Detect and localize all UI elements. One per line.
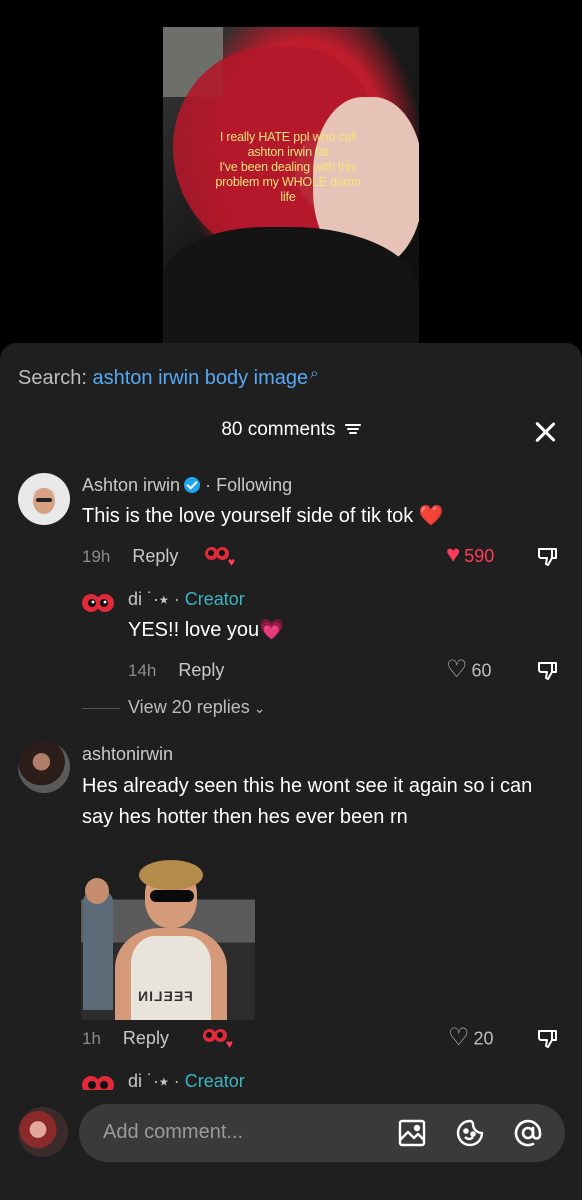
verified-badge-icon bbox=[184, 477, 201, 493]
video-preview[interactable]: I really HATE ppl who call ashton irwin … bbox=[0, 0, 582, 345]
like-button[interactable]: ♡ 20 bbox=[448, 1024, 494, 1054]
view-replies-label: View 20 replies bbox=[128, 697, 250, 717]
video-shirt-shape bbox=[163, 227, 419, 345]
comment-username[interactable]: Ashton irwin bbox=[82, 475, 180, 495]
reply-button[interactable]: Reply bbox=[123, 1028, 169, 1048]
dislike-icon[interactable] bbox=[536, 1027, 560, 1051]
avatar[interactable] bbox=[18, 473, 70, 525]
comment-username-row: Ashton irwin · Following bbox=[82, 475, 292, 496]
like-button[interactable]: ♥ 590 bbox=[446, 541, 495, 571]
separator-dot: · bbox=[173, 589, 180, 609]
comment-text: This is the love yourself side of tik to… bbox=[82, 505, 444, 527]
comment-input-bar: Add comment... bbox=[0, 1090, 582, 1200]
heart-filled-icon: ♥ bbox=[446, 541, 461, 568]
caption-line: problem my WHOLE damn bbox=[215, 175, 361, 189]
comment-meta: 1h Reply bbox=[82, 1028, 169, 1049]
heart-outline-icon: ♡ bbox=[448, 1024, 470, 1051]
image-icon[interactable] bbox=[397, 1118, 427, 1148]
caption-line: life bbox=[280, 190, 296, 204]
filter-icon[interactable] bbox=[344, 423, 361, 435]
comment-meta: 19h Reply bbox=[82, 546, 178, 567]
comment-username[interactable]: di ˙·⭑ bbox=[128, 1071, 169, 1091]
photo-man: FEELIN bbox=[113, 860, 227, 1020]
comment-meta: 14h Reply bbox=[128, 660, 224, 681]
search-prefix: Search: bbox=[18, 367, 93, 389]
reply-button[interactable]: Reply bbox=[178, 660, 224, 680]
avatar[interactable] bbox=[18, 741, 70, 793]
sticker-icon[interactable] bbox=[455, 1118, 485, 1148]
dislike-icon[interactable] bbox=[536, 545, 560, 569]
close-icon[interactable] bbox=[534, 421, 556, 443]
separator-dot: · bbox=[205, 475, 212, 495]
comment-username[interactable]: ashtonirwin bbox=[82, 744, 173, 765]
caption-line: I've been dealing with this bbox=[219, 160, 357, 174]
avatar[interactable] bbox=[80, 585, 116, 621]
comment-placeholder: Add comment... bbox=[103, 1121, 244, 1143]
photo-bystander-head bbox=[85, 878, 109, 904]
chevron-down-icon: ⌄ bbox=[253, 700, 266, 716]
view-replies-button[interactable]: View 20 replies ⌄ bbox=[82, 697, 265, 718]
comment-time: 14h bbox=[128, 661, 157, 680]
creator-liked-sticker-icon: ♥ bbox=[203, 1027, 233, 1051]
video-thumbnail[interactable]: I really HATE ppl who call ashton irwin … bbox=[163, 27, 419, 345]
like-count: 60 bbox=[471, 660, 492, 681]
mention-icon[interactable] bbox=[513, 1118, 543, 1148]
search-term-link[interactable]: ashton irwin body image bbox=[92, 367, 308, 389]
like-button[interactable]: ♡ 60 bbox=[446, 656, 492, 686]
avatar-face-icon bbox=[32, 488, 56, 514]
like-count: 590 bbox=[464, 545, 495, 566]
creator-label: Creator bbox=[184, 589, 245, 609]
like-count: 20 bbox=[473, 1028, 494, 1049]
photo-bystander bbox=[83, 890, 113, 1010]
comment-text: Hes already seen this he wont see it aga… bbox=[82, 775, 533, 828]
comment-time: 1h bbox=[82, 1029, 101, 1048]
replies-divider bbox=[82, 707, 120, 709]
separator-dot: · bbox=[173, 1071, 180, 1091]
comment-username[interactable]: di ˙·⭑ bbox=[128, 589, 169, 609]
reply-button[interactable]: Reply bbox=[132, 546, 178, 566]
comments-sheet: Search: ashton irwin body image ⌕ 80 comm… bbox=[0, 343, 582, 1200]
caption-line: ashton irwin fat bbox=[247, 145, 329, 159]
comments-count: 80 comments bbox=[221, 419, 336, 440]
heart-outline-icon: ♡ bbox=[446, 656, 468, 683]
comment-username-row: di ˙·⭑ · Creator bbox=[128, 1071, 245, 1092]
dislike-icon[interactable] bbox=[536, 659, 560, 683]
comment-time: 19h bbox=[82, 547, 111, 566]
creator-liked-sticker-icon: ♥ bbox=[205, 545, 235, 569]
search-icon: ⌕ bbox=[310, 365, 319, 382]
comment-text: YES!! love you💗 bbox=[128, 619, 285, 641]
add-comment-input[interactable]: Add comment... bbox=[79, 1104, 565, 1162]
comments-header: 80 comments bbox=[0, 419, 582, 441]
my-avatar[interactable] bbox=[18, 1107, 68, 1157]
following-label: Following bbox=[216, 475, 293, 495]
caption-line: I really HATE ppl who call bbox=[219, 130, 357, 144]
comment-username-row: di ˙·⭑ · Creator bbox=[128, 589, 245, 610]
video-caption: I really HATE ppl who call ashton irwin … bbox=[193, 130, 383, 205]
photo-shirt-text: FEELIN bbox=[137, 988, 193, 1004]
creator-label: Creator bbox=[184, 1071, 245, 1091]
red-eyes-avatar-icon bbox=[82, 594, 114, 612]
search-suggestion[interactable]: Search: ashton irwin body image ⌕ bbox=[18, 365, 319, 390]
comment-photo[interactable]: FEELIN bbox=[81, 848, 255, 1020]
